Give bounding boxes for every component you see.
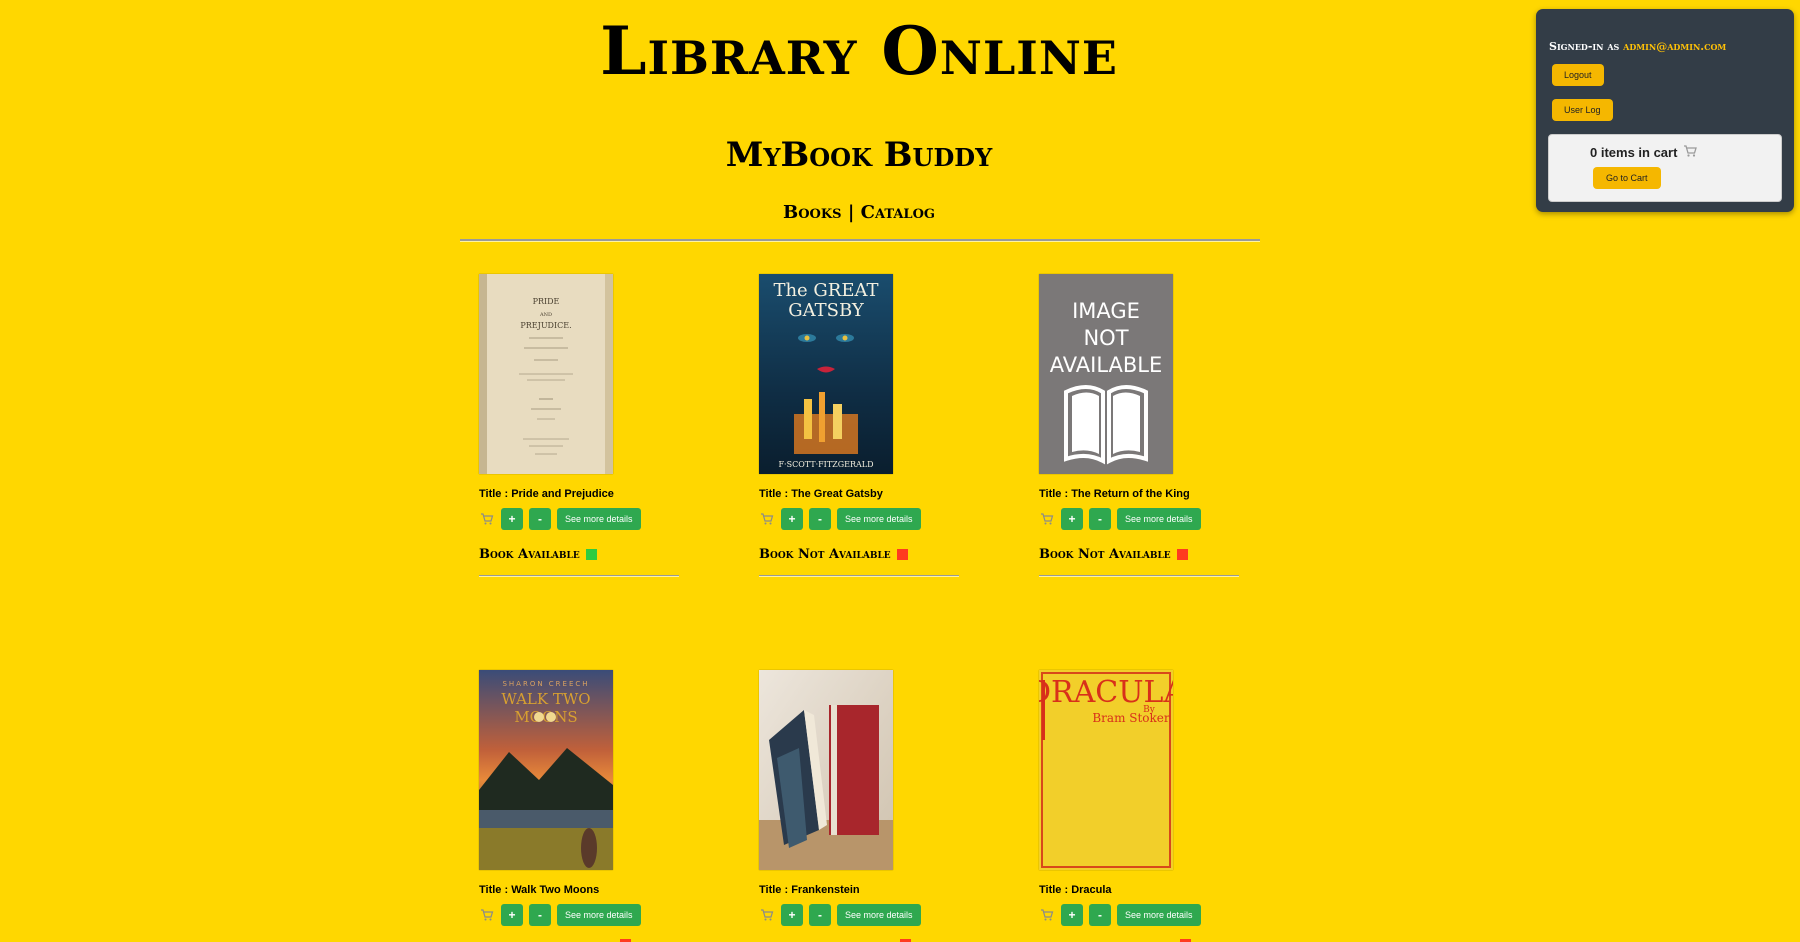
see-more-details-button[interactable]: See more details (557, 508, 641, 530)
increase-quantity-button[interactable]: + (1061, 508, 1083, 530)
book-controls: + - See more details (479, 508, 689, 530)
book-card: SHARON CREECH WALK TWO MOONS Title : Wal… (479, 670, 689, 926)
see-more-details-button[interactable]: See more details (837, 904, 921, 926)
cover-text: GATSBY (788, 300, 865, 321)
cart-icon[interactable] (1039, 511, 1055, 527)
user-panel: Signed-in as admin@admin.com Logout User… (1536, 9, 1794, 212)
cover-text: SHARON CREECH (502, 680, 589, 688)
book-title: Title : Dracula (1039, 884, 1112, 896)
book-cover-dracula[interactable]: DRACULA By Bram Stoker (1039, 670, 1173, 870)
availability-status: Book Not Available (759, 546, 969, 562)
increase-quantity-button[interactable]: + (1061, 904, 1083, 926)
page-subtitle: MyBook Buddy (725, 135, 993, 175)
book-title: Title : Frankenstein (759, 884, 860, 896)
book-title: Title : Pride and Prejudice (479, 488, 614, 500)
see-more-details-button[interactable]: See more details (1117, 508, 1201, 530)
cart-icon[interactable] (759, 511, 775, 527)
book-divider (479, 575, 679, 577)
book-cover-image-not-available[interactable]: IMAGE NOT AVAILABLE (1039, 274, 1173, 474)
header-divider (460, 239, 1260, 242)
cover-text: Bram Stoker (1092, 711, 1170, 725)
nav-books-link[interactable]: Books (783, 202, 842, 223)
book-title: Title : The Return of the King (1039, 488, 1190, 500)
cover-text: F·SCOTT·FITZGERALD (779, 460, 874, 469)
book-cover-walk-two-moons[interactable]: SHARON CREECH WALK TWO MOONS (479, 670, 613, 870)
logout-button[interactable]: Logout (1552, 64, 1604, 86)
decrease-quantity-button[interactable]: - (809, 904, 831, 926)
book-card: Title : Frankenstein + - See more detail… (759, 670, 969, 926)
site-title: Library Online (600, 12, 1118, 90)
increase-quantity-button[interactable]: + (501, 508, 523, 530)
nav-separator: | (847, 202, 855, 223)
cart-icon[interactable] (479, 511, 495, 527)
decrease-quantity-button[interactable]: - (809, 508, 831, 530)
book-divider (1039, 575, 1239, 577)
book-title: Title : Walk Two Moons (479, 884, 600, 896)
decrease-quantity-button[interactable]: - (1089, 904, 1111, 926)
cart-icon[interactable] (1039, 907, 1055, 923)
book-card: The GREAT GATSBY F·SCOTT·FITZGERALD Titl… (759, 274, 969, 577)
availability-label: Book Available (479, 546, 580, 562)
availability-status: Book Not Available (1039, 546, 1249, 562)
book-controls: + - See more details (1039, 508, 1249, 530)
increase-quantity-button[interactable]: + (781, 904, 803, 926)
cover-text: WALK TWO (501, 690, 590, 708)
cover-text: PREJUDICE. (520, 321, 571, 330)
availability-label: Book Not Available (759, 546, 891, 562)
book-controls: + - See more details (1039, 904, 1249, 926)
user-email: admin@admin.com (1623, 40, 1727, 53)
availability-status: Book Available (479, 546, 689, 562)
book-cover-pride-and-prejudice[interactable]: PRIDE AND PREJUDICE. (479, 274, 613, 474)
book-cover-great-gatsby[interactable]: The GREAT GATSBY F·SCOTT·FITZGERALD (759, 274, 893, 474)
cart-count: 0 items in cart (1590, 144, 1698, 161)
nav-catalog-link[interactable]: Catalog (861, 202, 935, 223)
book-cover-frankenstein[interactable] (759, 670, 893, 870)
book-card: DRACULA By Bram Stoker Title : Dracula +… (1039, 670, 1249, 926)
cover-text: PRIDE (533, 297, 560, 306)
user-log-button[interactable]: User Log (1552, 99, 1613, 121)
cart-count-text: 0 items in cart (1590, 145, 1678, 160)
book-card: IMAGE NOT AVAILABLE Title : The Return o… (1039, 274, 1249, 577)
book-divider (759, 575, 959, 577)
go-to-cart-button[interactable]: Go to Cart (1593, 167, 1661, 189)
cover-text: AND (539, 312, 552, 318)
increase-quantity-button[interactable]: + (501, 904, 523, 926)
cart-icon[interactable] (759, 907, 775, 923)
availability-indicator (896, 548, 908, 560)
book-title: Title : The Great Gatsby (759, 488, 883, 500)
cover-text: NOT (1083, 326, 1128, 350)
catalog-nav: Books | Catalog (0, 202, 1718, 223)
book-card: PRIDE AND PREJUDICE. Title : Pride and P… (479, 274, 689, 577)
cart-icon[interactable] (479, 907, 495, 923)
see-more-details-button[interactable]: See more details (837, 508, 921, 530)
cover-text: IMAGE (1072, 299, 1140, 323)
cover-text: AVAILABLE (1050, 353, 1163, 377)
cart-icon (1683, 144, 1698, 161)
signed-in-text: Signed-in as admin@admin.com (1549, 40, 1726, 53)
availability-indicator (1176, 548, 1188, 560)
cover-text: The GREAT (773, 280, 878, 301)
see-more-details-button[interactable]: See more details (1117, 904, 1201, 926)
book-controls: + - See more details (479, 904, 689, 926)
decrease-quantity-button[interactable]: - (529, 904, 551, 926)
signed-in-label: Signed-in as (1549, 40, 1620, 53)
see-more-details-button[interactable]: See more details (557, 904, 641, 926)
availability-indicator (585, 548, 597, 560)
decrease-quantity-button[interactable]: - (1089, 508, 1111, 530)
decrease-quantity-button[interactable]: - (529, 508, 551, 530)
cart-summary: 0 items in cart Go to Cart (1548, 134, 1782, 202)
availability-label: Book Not Available (1039, 546, 1171, 562)
book-controls: + - See more details (759, 508, 969, 530)
book-controls: + - See more details (759, 904, 969, 926)
increase-quantity-button[interactable]: + (781, 508, 803, 530)
